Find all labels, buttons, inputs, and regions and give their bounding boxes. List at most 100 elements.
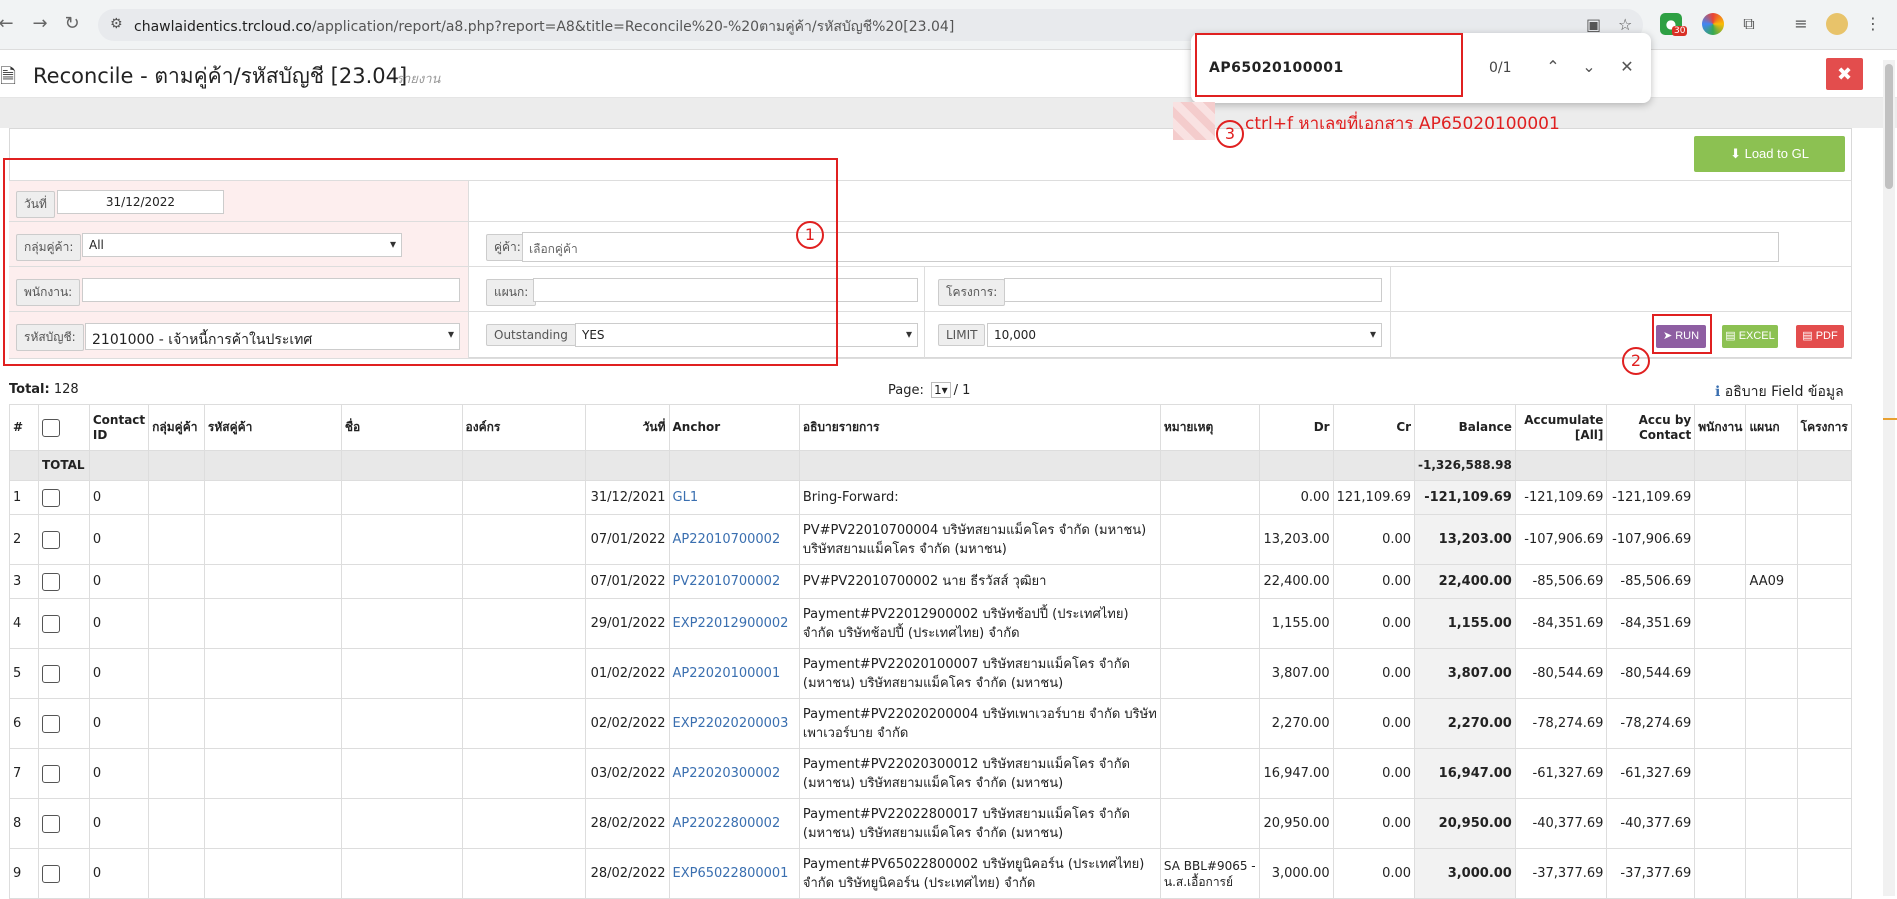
row-note (1159, 748, 1261, 799)
row-balance: 3,000.00 (1414, 848, 1516, 899)
find-next-icon[interactable]: ⌄ (1577, 57, 1601, 76)
row-note (1159, 514, 1261, 565)
anchor-link[interactable]: AP22020300002 (673, 766, 781, 781)
page-scrollbar[interactable] (1883, 60, 1895, 896)
row-department (1745, 848, 1798, 899)
anchor-link[interactable]: AP22022800002 (673, 816, 781, 831)
close-button[interactable]: ✖ (1826, 58, 1863, 90)
row-checkbox[interactable] (41, 614, 60, 633)
pagination: Page: 1▾/ 1 (888, 382, 971, 398)
contact-id: 0 (88, 514, 150, 565)
col-header: โครงการ (1796, 404, 1853, 451)
col-header: # (9, 404, 39, 451)
row-checkbox[interactable] (41, 488, 60, 507)
back-icon[interactable]: ← (0, 13, 18, 34)
table-row: 2 0 07/01/2022 AP22010700002 PV#PV2201070000… (9, 514, 1853, 565)
row-department (1745, 698, 1798, 749)
row-note (1159, 480, 1261, 515)
media-icon[interactable]: ≡ (1790, 13, 1812, 35)
row-accu-contact: -61,327.69 (1606, 748, 1696, 799)
row-checkbox[interactable] (41, 864, 60, 883)
row-number: 9 (9, 848, 39, 899)
anchor-link[interactable]: AP22020100001 (673, 666, 781, 681)
find-prev-icon[interactable]: ⌃ (1541, 57, 1565, 76)
total-label: TOTAL (37, 450, 90, 481)
row-accumulate: -80,544.69 (1514, 648, 1608, 699)
find-close-icon[interactable]: ✕ (1615, 57, 1639, 76)
load-to-gl-button[interactable]: ⬇ Load to GL (1694, 136, 1845, 172)
col-header: แผนก (1745, 404, 1798, 451)
contact-id: 0 (88, 564, 150, 599)
limit-select[interactable]: 10,000 (987, 323, 1382, 347)
color-extension-icon[interactable] (1702, 13, 1724, 35)
row-accu-contact: -40,377.69 (1606, 798, 1696, 849)
bookmark-star-icon[interactable]: ☆ (1618, 15, 1632, 34)
page-action-icon[interactable]: ▣ (1586, 15, 1601, 34)
row-description: Payment#PV65022800002 บริษัทยูนิคอร์น (ป… (798, 848, 1161, 899)
anchor-link[interactable]: EXP22020200003 (673, 716, 789, 731)
select-all-checkbox[interactable] (41, 418, 60, 437)
row-balance: 20,950.00 (1414, 798, 1516, 849)
row-dr: 13,203.00 (1259, 514, 1334, 565)
row-accumulate: -107,906.69 (1514, 514, 1608, 565)
row-checkbox[interactable] (41, 814, 60, 833)
scroll-marker (1883, 418, 1897, 420)
row-dr: 22,400.00 (1259, 564, 1334, 599)
row-select-cell (37, 748, 90, 799)
site-info-icon[interactable]: ⚙ (110, 16, 123, 32)
anchor-link[interactable]: PV22010700002 (673, 574, 781, 589)
row-number: 2 (9, 514, 39, 565)
row-cr: 0.00 (1332, 564, 1416, 599)
anchor-link[interactable]: GL1 (673, 490, 699, 505)
row-dr: 20,950.00 (1259, 798, 1334, 849)
row-checkbox[interactable] (41, 764, 60, 783)
reload-icon[interactable]: ↻ (60, 13, 84, 34)
row-accumulate: -61,327.69 (1514, 748, 1608, 799)
row-note (1159, 648, 1261, 699)
row-department (1745, 598, 1798, 649)
page-title: Reconcile - ตามคู่ค้า/รหัสบัญชี [23.04] (33, 64, 408, 88)
row-accumulate: -121,109.69 (1514, 480, 1608, 515)
report-table: # Contact ID กลุ่มคู่ค้า รหัสคู่ค้า ชื่อ… (9, 404, 1853, 899)
pdf-button[interactable]: ▤ PDF (1796, 325, 1844, 348)
row-select-cell (37, 598, 90, 649)
row-date: 31/12/2021 (584, 480, 670, 515)
row-balance: 1,155.00 (1414, 598, 1516, 649)
anchor-link[interactable]: AP22010700002 (673, 532, 781, 547)
row-date: 01/02/2022 (584, 648, 670, 699)
url-text: chawlaidentics.trcloud.co/application/re… (134, 19, 955, 35)
find-count: 0/1 (1489, 60, 1512, 76)
page-select[interactable]: 1▾ (931, 382, 951, 398)
project-input[interactable] (1004, 278, 1382, 302)
row-department (1745, 514, 1798, 565)
table-row: 5 0 01/02/2022 AP22020100001 Payment#PV22020… (9, 648, 1853, 699)
table-row: 4 0 29/01/2022 EXP22012900002 Payment#PV2201… (9, 598, 1853, 649)
row-cr: 0.00 (1332, 748, 1416, 799)
excel-button[interactable]: ▤ EXCEL (1722, 325, 1778, 348)
row-accumulate: -78,274.69 (1514, 698, 1608, 749)
anchor-link[interactable]: EXP22012900002 (673, 616, 789, 631)
col-header: ชื่อ (340, 404, 463, 451)
empty-cell-2 (1391, 267, 1852, 312)
row-checkbox[interactable] (41, 572, 60, 591)
extensions-puzzle-icon[interactable]: ⧉ (1738, 13, 1760, 35)
row-checkbox[interactable] (41, 530, 60, 549)
row-checkbox[interactable] (41, 714, 60, 733)
total-count: Total: 128 (9, 382, 79, 397)
row-department (1745, 648, 1798, 699)
row-description: Payment#PV22020100007 บริษัทสยามแม็คโคร … (798, 648, 1161, 699)
scrollbar-thumb[interactable] (1885, 64, 1893, 189)
anchor-link[interactable]: EXP65022800001 (673, 866, 789, 881)
row-note (1159, 698, 1261, 749)
contact-id: 0 (88, 480, 150, 515)
forward-icon[interactable]: → (28, 13, 52, 34)
col-header: รหัสคู่ค้า (203, 404, 342, 451)
menu-icon[interactable]: ⋮ (1862, 13, 1884, 35)
field-info-link[interactable]: ℹ อธิบาย Field ข้อมูล (1715, 381, 1844, 403)
col-header: Cr (1332, 404, 1416, 451)
row-checkbox[interactable] (41, 664, 60, 683)
contact-id: 0 (88, 648, 150, 699)
row-date: 28/02/2022 (584, 798, 670, 849)
row-select-cell (37, 848, 90, 899)
profile-avatar[interactable] (1826, 13, 1848, 35)
